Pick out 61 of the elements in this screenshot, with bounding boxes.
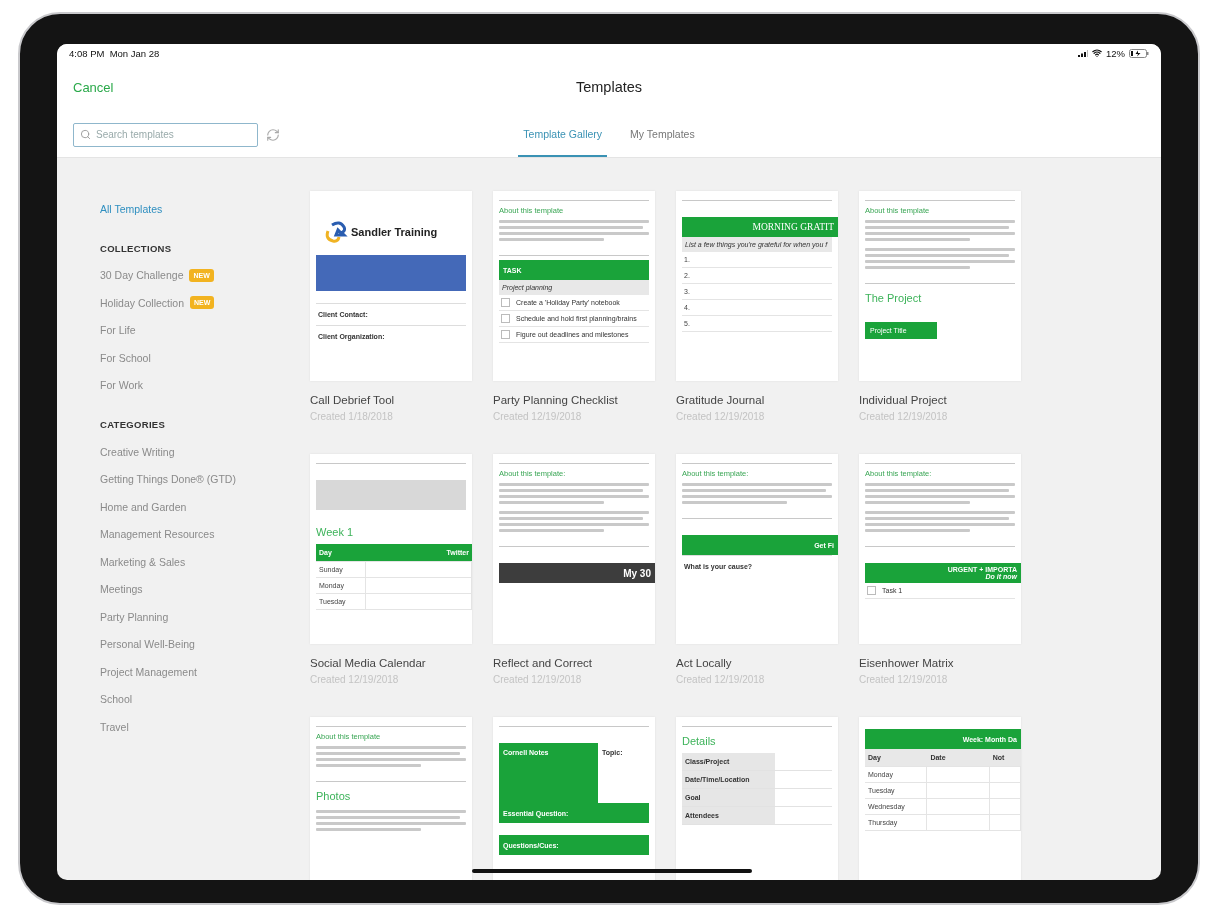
- title-bar: My 30: [499, 563, 655, 583]
- sidebar-item[interactable]: Travel: [100, 713, 297, 741]
- template-title: Eisenhower Matrix: [859, 657, 955, 669]
- sidebar-item[interactable]: Marketing & Sales: [100, 548, 297, 576]
- sidebar-label: Management Resources: [100, 528, 215, 541]
- sidebar-label: Holiday Collection: [100, 296, 185, 309]
- sidebar-label: For School: [100, 351, 151, 364]
- template-title: Gratitude Journal: [676, 394, 766, 406]
- section-heading: COLLECTIONS: [100, 242, 173, 254]
- sidebar-item[interactable]: Getting Things Done® (GTD): [100, 465, 297, 493]
- sidebar-item[interactable]: Meetings: [100, 575, 297, 603]
- sidebar-item[interactable]: Personal Well-Being: [100, 630, 297, 658]
- sidebar-label: 30 Day Challenge: [100, 269, 184, 282]
- table-header-bar: MORNING GRATIT: [682, 217, 838, 237]
- template-title: Call Debrief Tool: [310, 394, 396, 406]
- section-title: Week 1: [316, 526, 355, 538]
- signal-icon: [1078, 49, 1088, 57]
- battery-charging-icon: [1129, 48, 1149, 58]
- section-title: Details: [682, 735, 717, 747]
- tab[interactable]: My Templates: [625, 112, 700, 157]
- battery-percent: 12%: [1106, 47, 1125, 59]
- sidebar-item[interactable]: Project Management: [100, 658, 297, 686]
- wifi-icon: [1092, 48, 1102, 58]
- logo-text: Sandler Training: [351, 226, 438, 238]
- section-title: The Project: [865, 292, 923, 304]
- sidebar-label: Project Management: [100, 665, 197, 678]
- sidebar-label: Getting Things Done® (GTD): [100, 473, 236, 486]
- section-title: Photos: [316, 790, 352, 802]
- search-field[interactable]: Search templates: [73, 122, 258, 147]
- sidebar-item[interactable]: All Templates: [100, 195, 297, 223]
- sidebar-item[interactable]: For Work: [100, 371, 297, 399]
- refresh-icon[interactable]: [266, 127, 280, 142]
- sidebar-label: Meetings: [100, 583, 143, 596]
- template-title: Act Locally: [676, 657, 733, 669]
- sidebar-label: School: [100, 693, 133, 706]
- status-time: 4:08 PM Mon Jan 28: [69, 47, 160, 59]
- sidebar-item[interactable]: Party Planning: [100, 603, 297, 631]
- sidebar-label: For Life: [100, 324, 136, 337]
- sidebar-label: Party Planning: [100, 610, 169, 623]
- sidebar-item[interactable]: School: [100, 685, 297, 713]
- sidebar-label: Personal Well-Being: [100, 638, 195, 651]
- cancel-button[interactable]: Cancel: [73, 79, 114, 95]
- sidebar-item[interactable]: For Life: [100, 316, 297, 344]
- sidebar-item[interactable]: Creative Writing: [100, 438, 297, 466]
- sidebar-label: Creative Writing: [100, 445, 175, 458]
- search-icon: [80, 128, 91, 140]
- sidebar-item[interactable]: Home and Garden: [100, 493, 297, 521]
- tab[interactable]: Template Gallery: [518, 112, 608, 157]
- page-title: Templates: [575, 79, 643, 95]
- template-title: Social Media Calendar: [310, 657, 427, 669]
- sidebar-label: For Work: [100, 379, 143, 392]
- sidebar-label: Home and Garden: [100, 500, 187, 513]
- template-title: Party Planning Checklist: [493, 394, 619, 406]
- section-heading: CATEGORIES: [100, 419, 167, 430]
- sidebar-label: Marketing & Sales: [100, 555, 186, 568]
- logo-icon: [324, 221, 348, 243]
- template-title: Individual Project: [859, 394, 948, 406]
- template-title: Reflect and Correct: [493, 657, 594, 669]
- sidebar-item[interactable]: For School: [100, 344, 297, 372]
- sidebar-label: Travel: [100, 720, 129, 733]
- sidebar-item[interactable]: Management Resources: [100, 520, 297, 548]
